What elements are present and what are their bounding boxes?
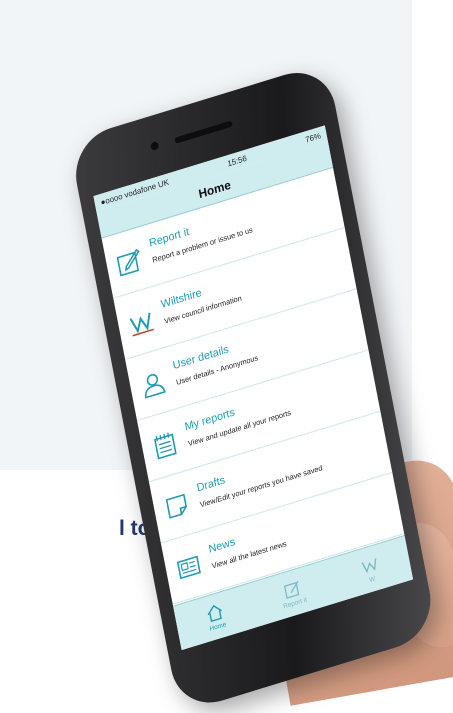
newspaper-icon <box>172 548 206 586</box>
app-screen: ●oooo vodafone UK 15:56 76% Home Report … <box>93 125 414 651</box>
menu-item-title: Drafts <box>195 474 227 495</box>
phone-device: ●oooo vodafone UK 15:56 76% Home Report … <box>68 62 438 713</box>
pencil-square-icon <box>112 242 146 280</box>
menu-item-title: News <box>207 535 237 556</box>
user-icon <box>136 365 170 403</box>
page-title: Home <box>197 177 232 202</box>
battery-label: 76% <box>304 130 322 145</box>
w-logo-icon <box>124 303 158 341</box>
w-logo-icon <box>361 558 376 573</box>
tab-label: W <box>368 575 376 584</box>
phone-mockup: ●oooo vodafone UK 15:56 76% Home Report … <box>0 0 453 713</box>
draft-note-icon <box>160 487 194 525</box>
notepad-icon <box>148 426 182 464</box>
